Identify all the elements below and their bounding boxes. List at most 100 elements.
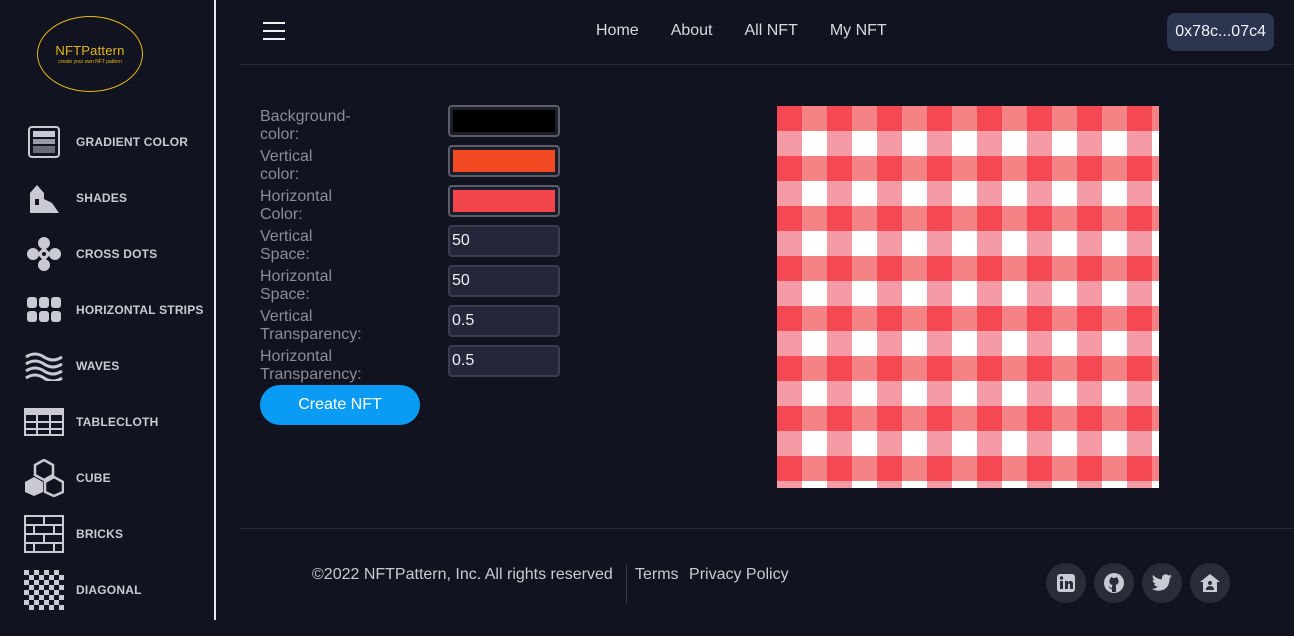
pattern-cell [1102,356,1127,381]
horizontal-color-picker[interactable] [448,185,560,217]
pattern-cell [902,256,927,281]
vertical-color-picker[interactable] [448,145,560,177]
sidebar-item-shades[interactable]: SHADES [24,178,204,218]
pattern-cell [1152,281,1159,306]
terms-link[interactable]: Terms [635,566,679,583]
pattern-cell [1027,156,1052,181]
pattern-cell [1127,106,1152,131]
pattern-cell [877,331,902,356]
vertical-transparency-input[interactable] [448,305,560,337]
github-icon[interactable] [1094,563,1134,603]
pattern-cell [1002,256,1027,281]
pattern-cell [1152,356,1159,381]
linkedin-icon[interactable] [1046,563,1086,603]
pattern-cell [802,106,827,131]
cross-dots-icon [24,234,64,274]
color-swatch [453,150,555,172]
sidebar-item-tablecloth[interactable]: TABLECLOTH [24,402,204,442]
horizontal-space-input[interactable] [448,265,560,297]
pattern-cell [927,306,952,331]
pattern-cell [1027,381,1052,406]
pattern-cell [902,356,927,381]
pattern-cell [827,131,852,156]
pattern-cell [1002,331,1027,356]
tablecloth-icon [24,402,64,442]
pattern-cell [977,181,1002,206]
pattern-cell [902,106,927,131]
tablecloth-pattern [777,106,1159,488]
shades-icon [24,178,64,218]
pattern-cell [852,406,877,431]
nav-home[interactable]: Home [596,22,639,40]
diagonal-icon-cell [34,590,39,595]
logo[interactable]: NFTPattern create your own NFT pattern [37,16,143,92]
diagonal-icon [24,570,64,610]
pattern-cell [977,306,1002,331]
nav-all-nft[interactable]: All NFT [745,22,798,40]
pattern-cell [1127,156,1152,181]
pattern-cell [852,206,877,231]
pattern-cell [1077,106,1102,131]
vertical-space-input[interactable] [448,225,560,257]
sidebar-item-horizontal-strips[interactable]: HORIZONTAL STRIPS [24,290,204,330]
diagonal-icon-cell [44,600,49,605]
pattern-cell [902,481,927,488]
diagonal-icon-cell [49,605,54,610]
hamburger-menu-icon[interactable] [263,22,285,42]
sidebar-item-cube[interactable]: CUBE [24,458,204,498]
pattern-cell [1027,306,1052,331]
horizontal-space-label: Horizontal Space: [260,268,333,303]
pattern-cell [1002,456,1027,481]
bricks-icon [24,514,64,554]
pattern-cell [827,331,852,356]
sidebar-item-label: SHADES [76,191,128,205]
pattern-cell [877,356,902,381]
twitter-icon[interactable] [1142,563,1182,603]
diagonal-icon-cell [39,605,44,610]
pattern-cell [802,206,827,231]
pattern-cell [977,406,1002,431]
nav-about[interactable]: About [671,22,713,40]
pattern-cell [977,206,1002,231]
home-icon[interactable] [1190,563,1230,603]
pattern-cell [1052,231,1077,256]
sidebar-item-waves[interactable]: WAVES [24,346,204,386]
pattern-cell [802,181,827,206]
horizontal-transparency-input[interactable] [448,345,560,377]
sidebar-item-gradient-color[interactable]: GRADIENT COLOR [24,122,204,162]
pattern-cell [852,456,877,481]
pattern-cell [1102,306,1127,331]
nav-my-nft[interactable]: My NFT [830,22,887,40]
pattern-cell [977,381,1002,406]
pattern-cell [852,256,877,281]
sidebar-item-cross-dots[interactable]: CROSS DOTS [24,234,204,274]
pattern-cell [1027,106,1052,131]
diagonal-icon-cell [59,605,64,610]
pattern-cell [1152,481,1159,488]
pattern-cell [1027,331,1052,356]
footer: ©2022 NFTPattern, Inc. All rights reserv… [240,528,1294,636]
pattern-cell [877,256,902,281]
background-color-picker[interactable] [448,105,560,137]
pattern-cell [1052,156,1077,181]
sidebar-item-label: BRICKS [76,527,124,541]
sidebar-item-bricks[interactable]: BRICKS [24,514,204,554]
pattern-cell [1027,406,1052,431]
diagonal-icon-cell [29,585,34,590]
pattern-cell [1152,306,1159,331]
create-nft-button[interactable]: Create NFT [260,385,420,425]
wallet-address-button[interactable]: 0x78c...07c4 [1167,13,1274,51]
main-nav: Home About All NFT My NFT [596,22,919,40]
pattern-cell [927,456,952,481]
sidebar-item-label: WAVES [76,359,120,373]
pattern-cell [1002,431,1027,456]
diagonal-icon-cell [34,580,39,585]
diagonal-icon-cell [24,570,29,575]
pattern-cell [777,306,802,331]
sidebar-item-diagonal[interactable]: DIAGONAL [24,570,204,610]
pattern-cell [1077,156,1102,181]
pattern-cell [1002,231,1027,256]
pattern-cell [852,306,877,331]
pattern-cell [952,306,977,331]
privacy-policy-link[interactable]: Privacy Policy [689,566,789,583]
